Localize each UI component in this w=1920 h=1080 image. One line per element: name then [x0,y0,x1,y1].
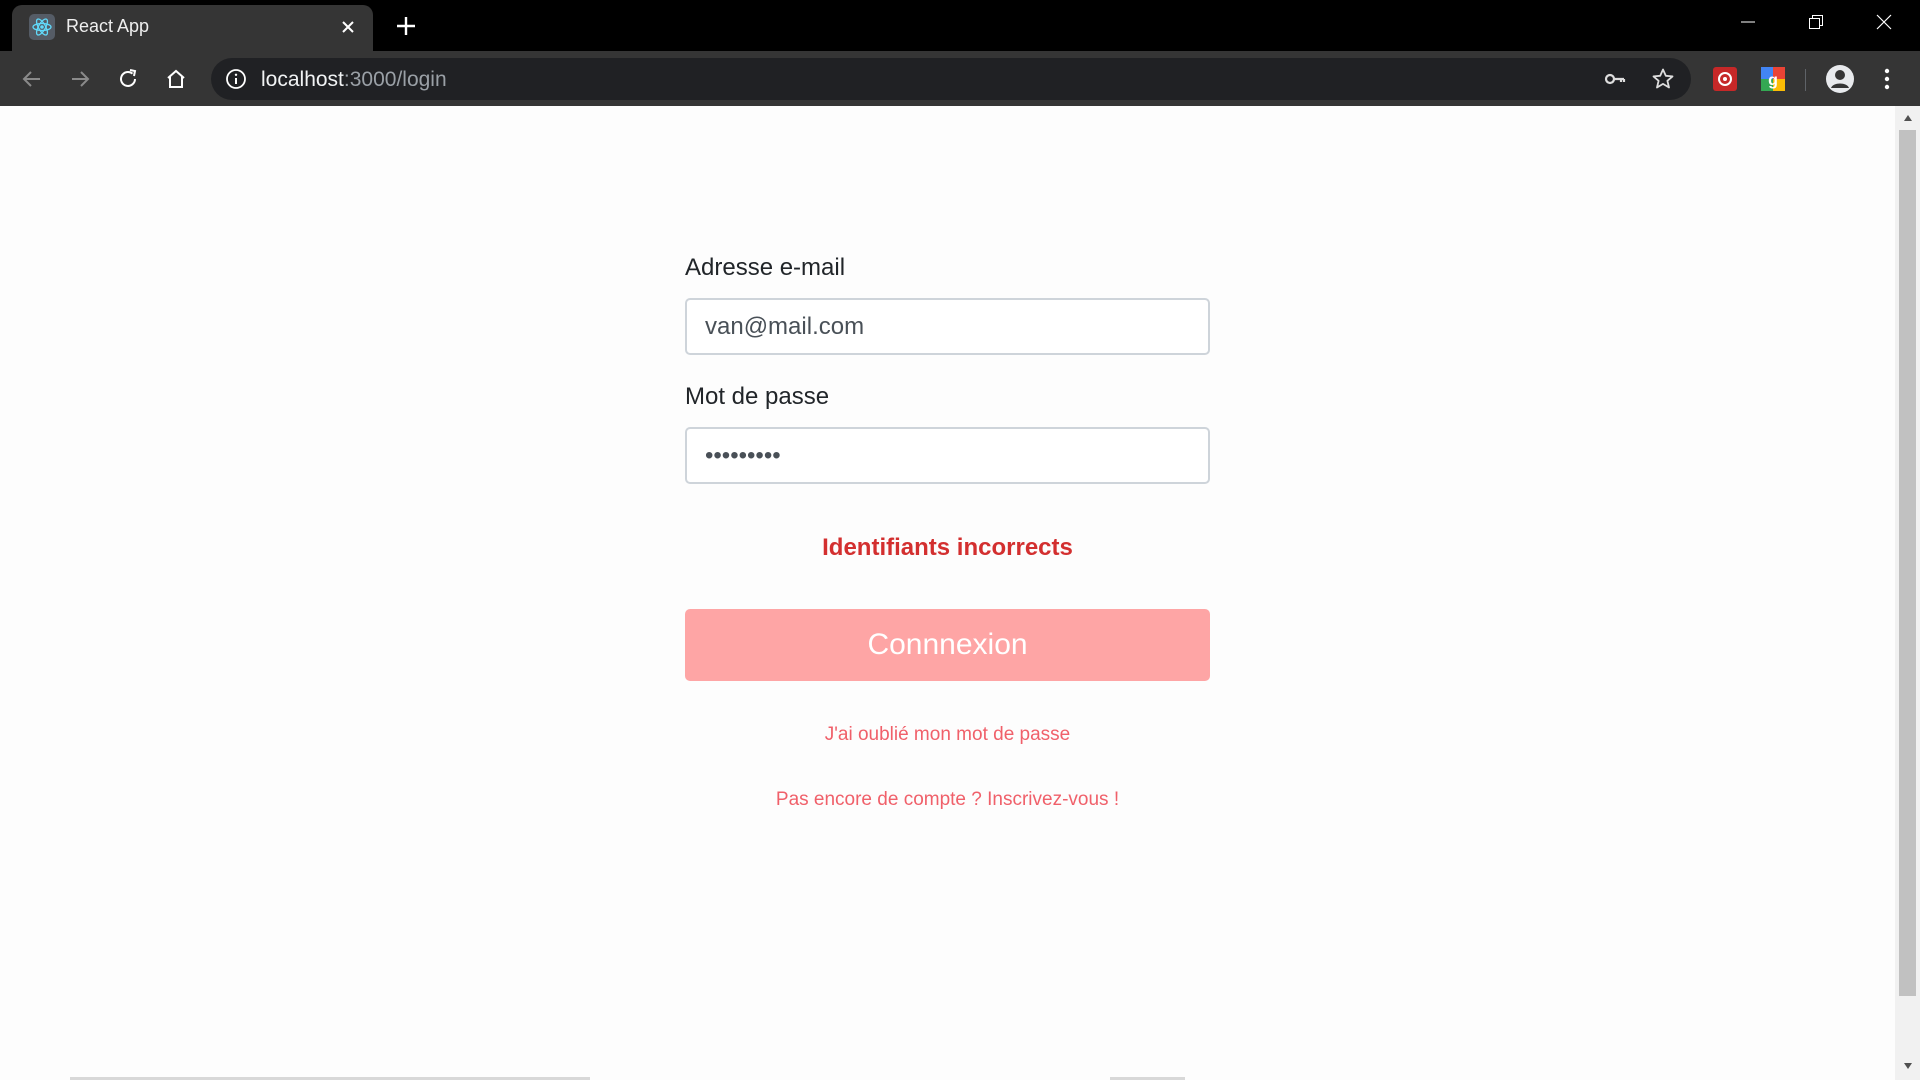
login-button[interactable]: Connnexion [685,609,1210,681]
signup-link[interactable]: Pas encore de compte ? Inscrivez-vous ! [685,789,1210,811]
star-icon[interactable] [1651,67,1675,91]
tab-strip: React App [0,0,1920,51]
window-close-icon[interactable] [1850,0,1918,43]
extension-icon[interactable] [1712,66,1738,92]
back-arrow-icon[interactable] [14,61,50,97]
toolbar-divider [1805,69,1806,91]
extension-icon[interactable]: g [1760,66,1786,92]
forgot-password-link[interactable]: J'ai oublié mon mot de passe [685,724,1210,746]
minimize-icon[interactable] [1714,0,1782,43]
scroll-down-icon[interactable] [1895,1056,1920,1076]
email-field[interactable] [685,298,1210,355]
reload-icon[interactable] [110,61,146,97]
email-label: Adresse e-mail [685,254,846,281]
password-label: Mot de passe [685,383,830,410]
address-bar[interactable]: localhost:3000/login [211,58,1691,100]
home-icon[interactable] [158,61,194,97]
menu-dots-icon[interactable] [1876,67,1898,91]
plus-icon[interactable] [391,11,421,41]
scrollbar-thumb[interactable] [1899,130,1916,996]
browser-tab[interactable]: React App [12,5,373,51]
tab-title: React App [66,16,150,36]
react-logo-icon [29,14,55,40]
vertical-scrollbar[interactable] [1895,106,1920,1080]
info-icon[interactable] [225,68,247,90]
password-field[interactable] [685,427,1210,484]
restore-icon[interactable] [1782,0,1850,43]
browser-toolbar: localhost:3000/login g [0,51,1920,106]
forward-arrow-icon[interactable] [62,61,98,97]
close-icon[interactable] [335,14,361,40]
url-text: localhost:3000/login [261,68,447,92]
scroll-up-icon[interactable] [1895,108,1920,128]
url-path: :3000/login [343,68,447,91]
account-icon[interactable] [1825,64,1855,94]
key-icon[interactable] [1603,67,1627,91]
svg-text:g: g [1768,72,1778,89]
url-host: localhost [261,68,344,91]
error-message: Identifiants incorrects [822,534,1073,561]
page-content [0,106,1895,1080]
